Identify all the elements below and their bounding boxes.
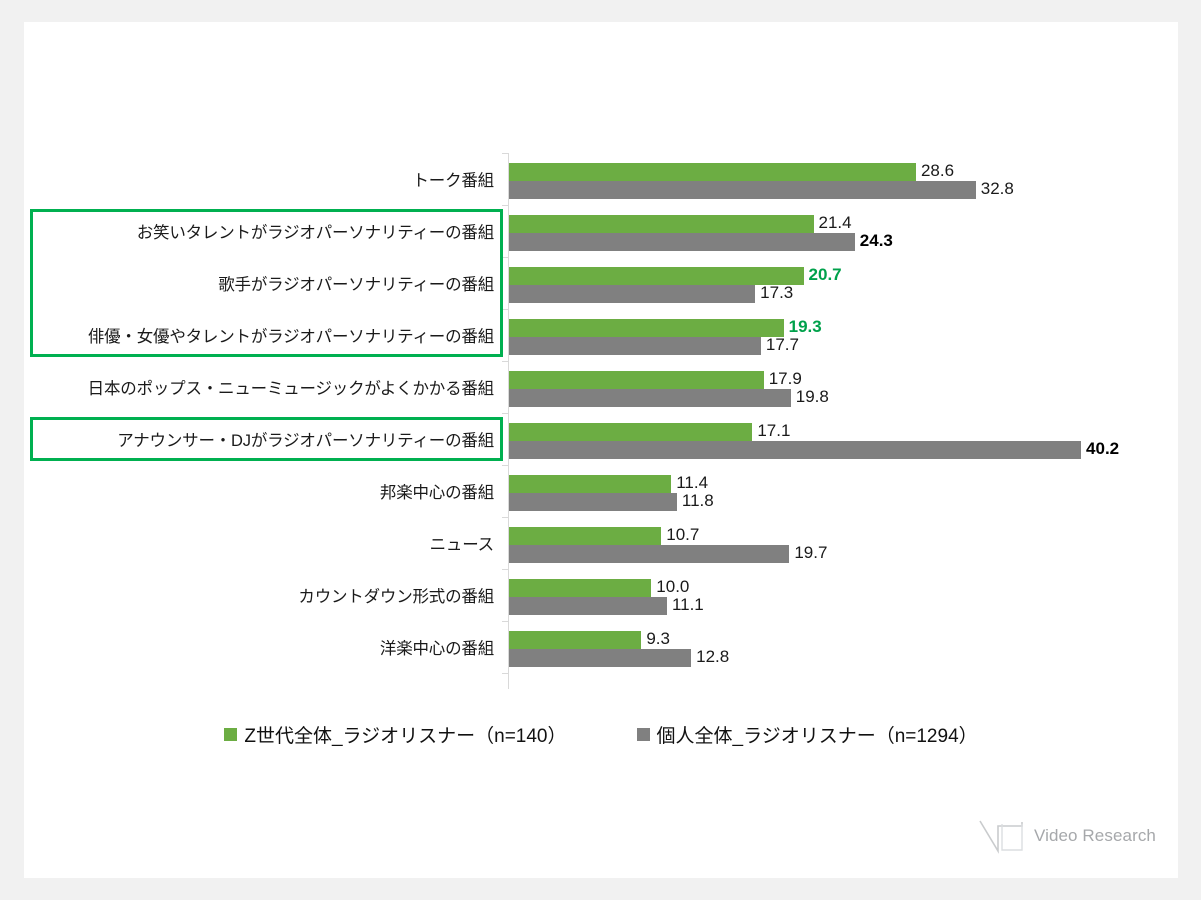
bar-green[interactable] bbox=[509, 475, 672, 493]
bar-value-label: 19.8 bbox=[795, 387, 829, 406]
chart-row: 日本のポップス・ニューミュージックがよくかかる番組 17.9 19.8 bbox=[24, 361, 1178, 413]
category-label: 俳優・女優やタレントがラジオパーソナリティーの番組 bbox=[87, 328, 494, 346]
bar-group: 11.4 11.8 bbox=[509, 465, 1169, 517]
bar-green[interactable] bbox=[509, 579, 652, 597]
bar-value-label: 11.1 bbox=[671, 595, 704, 614]
chart-row: 洋楽中心の番組 9.3 12.8 bbox=[24, 621, 1178, 673]
legend-label-total: 個人全体_ラジオリスナー（n=1294） bbox=[656, 726, 978, 747]
bar-group: 17.1 40.2 bbox=[509, 413, 1169, 465]
bar-gray[interactable] bbox=[509, 545, 790, 563]
bar-gray[interactable] bbox=[509, 493, 677, 511]
chart-legend: Z世代全体_ラジオリスナー（n=140） 個人全体_ラジオリスナー（n=1294… bbox=[24, 721, 1178, 748]
bar-green[interactable] bbox=[509, 163, 916, 181]
category-label: カウントダウン形式の番組 bbox=[298, 588, 494, 606]
bar-gray[interactable] bbox=[509, 337, 761, 355]
chart-row: 邦楽中心の番組 11.4 11.8 bbox=[24, 465, 1178, 517]
bar-green[interactable] bbox=[509, 423, 753, 441]
video-research-logo-mark-icon bbox=[979, 820, 1023, 854]
bar-value-label: 17.3 bbox=[760, 283, 794, 302]
chart-row: トーク番組 28.6 32.8 bbox=[24, 153, 1178, 205]
bar-value-label: 10.7 bbox=[666, 525, 700, 544]
bar-value-label: 17.7 bbox=[765, 335, 799, 354]
category-label: お笑いタレントがラジオパーソナリティーの番組 bbox=[136, 224, 494, 242]
video-research-logo-text: Video Research bbox=[1033, 826, 1156, 845]
category-label: トーク番組 bbox=[412, 172, 494, 190]
bar-gray[interactable] bbox=[509, 441, 1082, 459]
horizontal-bar-chart: トーク番組 28.6 32.8 お笑いタレントがラジオパーソナリティーの番組 21.4 2… bbox=[24, 22, 1178, 878]
bar-green[interactable] bbox=[509, 371, 764, 389]
bar-group: 10.0 11.1 bbox=[509, 569, 1169, 621]
video-research-logo: Video Research bbox=[978, 816, 1156, 856]
bar-group: 21.4 24.3 bbox=[509, 205, 1169, 257]
legend-swatch-icon-gray bbox=[636, 728, 650, 741]
bar-value-label: 20.7 bbox=[808, 265, 842, 284]
bar-group: 19.3 17.7 bbox=[509, 309, 1169, 361]
bar-gray[interactable] bbox=[509, 389, 791, 407]
bar-value-label: 19.3 bbox=[788, 317, 822, 336]
axis-tick bbox=[502, 673, 508, 674]
bar-gray[interactable] bbox=[509, 233, 855, 251]
bar-value-label: 32.8 bbox=[980, 179, 1014, 198]
bar-value-label: 11.4 bbox=[676, 473, 709, 492]
legend-item-total[interactable]: 個人全体_ラジオリスナー（n=1294） bbox=[636, 721, 978, 748]
bar-value-label: 40.2 bbox=[1086, 439, 1120, 458]
bar-green[interactable] bbox=[509, 215, 814, 233]
bar-gray[interactable] bbox=[509, 597, 667, 615]
chart-row: アナウンサー・DJがラジオパーソナリティーの番組 17.1 40.2 bbox=[24, 413, 1178, 465]
legend-label-gen-z: Z世代全体_ラジオリスナー（n=140） bbox=[244, 726, 567, 747]
bar-value-label: 9.3 bbox=[646, 629, 670, 648]
legend-item-gen-z[interactable]: Z世代全体_ラジオリスナー（n=140） bbox=[224, 721, 567, 748]
bar-value-label: 17.1 bbox=[757, 421, 791, 440]
bar-value-label: 28.6 bbox=[920, 161, 955, 180]
bar-value-label: 21.4 bbox=[818, 213, 852, 232]
bar-group: 9.3 12.8 bbox=[509, 621, 1169, 673]
category-label: 歌手がラジオパーソナリティーの番組 bbox=[218, 276, 494, 294]
bar-green[interactable] bbox=[509, 631, 642, 649]
bar-value-label: 11.8 bbox=[681, 491, 714, 510]
category-label: 洋楽中心の番組 bbox=[379, 640, 494, 658]
bar-value-label: 10.0 bbox=[656, 577, 690, 596]
chart-row: 俳優・女優やタレントがラジオパーソナリティーの番組 19.3 17.7 bbox=[24, 309, 1178, 361]
bar-gray[interactable] bbox=[509, 649, 692, 667]
category-label: アナウンサー・DJがラジオパーソナリティーの番組 bbox=[117, 432, 494, 450]
category-label: 日本のポップス・ニューミュージックがよくかかる番組 bbox=[87, 380, 495, 398]
bar-green[interactable] bbox=[509, 319, 784, 337]
bar-value-label: 19.7 bbox=[794, 543, 828, 562]
bar-gray[interactable] bbox=[509, 285, 756, 303]
bar-value-label: 12.8 bbox=[696, 647, 730, 666]
bar-green[interactable] bbox=[509, 527, 662, 545]
category-label: 邦楽中心の番組 bbox=[379, 484, 494, 502]
bar-value-label: 17.9 bbox=[768, 369, 802, 388]
bar-group: 28.6 32.8 bbox=[509, 153, 1169, 205]
bar-gray[interactable] bbox=[509, 181, 976, 199]
legend-swatch-icon-green bbox=[224, 728, 238, 741]
slide-canvas: トーク番組 28.6 32.8 お笑いタレントがラジオパーソナリティーの番組 21.4 2… bbox=[24, 22, 1178, 878]
chart-row: ニュース 10.7 19.7 bbox=[24, 517, 1178, 569]
category-label: ニュース bbox=[429, 536, 495, 554]
bar-group: 17.9 19.8 bbox=[509, 361, 1169, 413]
chart-row: 歌手がラジオパーソナリティーの番組 20.7 17.3 bbox=[24, 257, 1178, 309]
bar-group: 10.7 19.7 bbox=[509, 517, 1169, 569]
bar-value-label: 24.3 bbox=[859, 231, 893, 250]
chart-row: お笑いタレントがラジオパーソナリティーの番組 21.4 24.3 bbox=[24, 205, 1178, 257]
bar-group: 20.7 17.3 bbox=[509, 257, 1169, 309]
chart-row: カウントダウン形式の番組 10.0 11.1 bbox=[24, 569, 1178, 621]
